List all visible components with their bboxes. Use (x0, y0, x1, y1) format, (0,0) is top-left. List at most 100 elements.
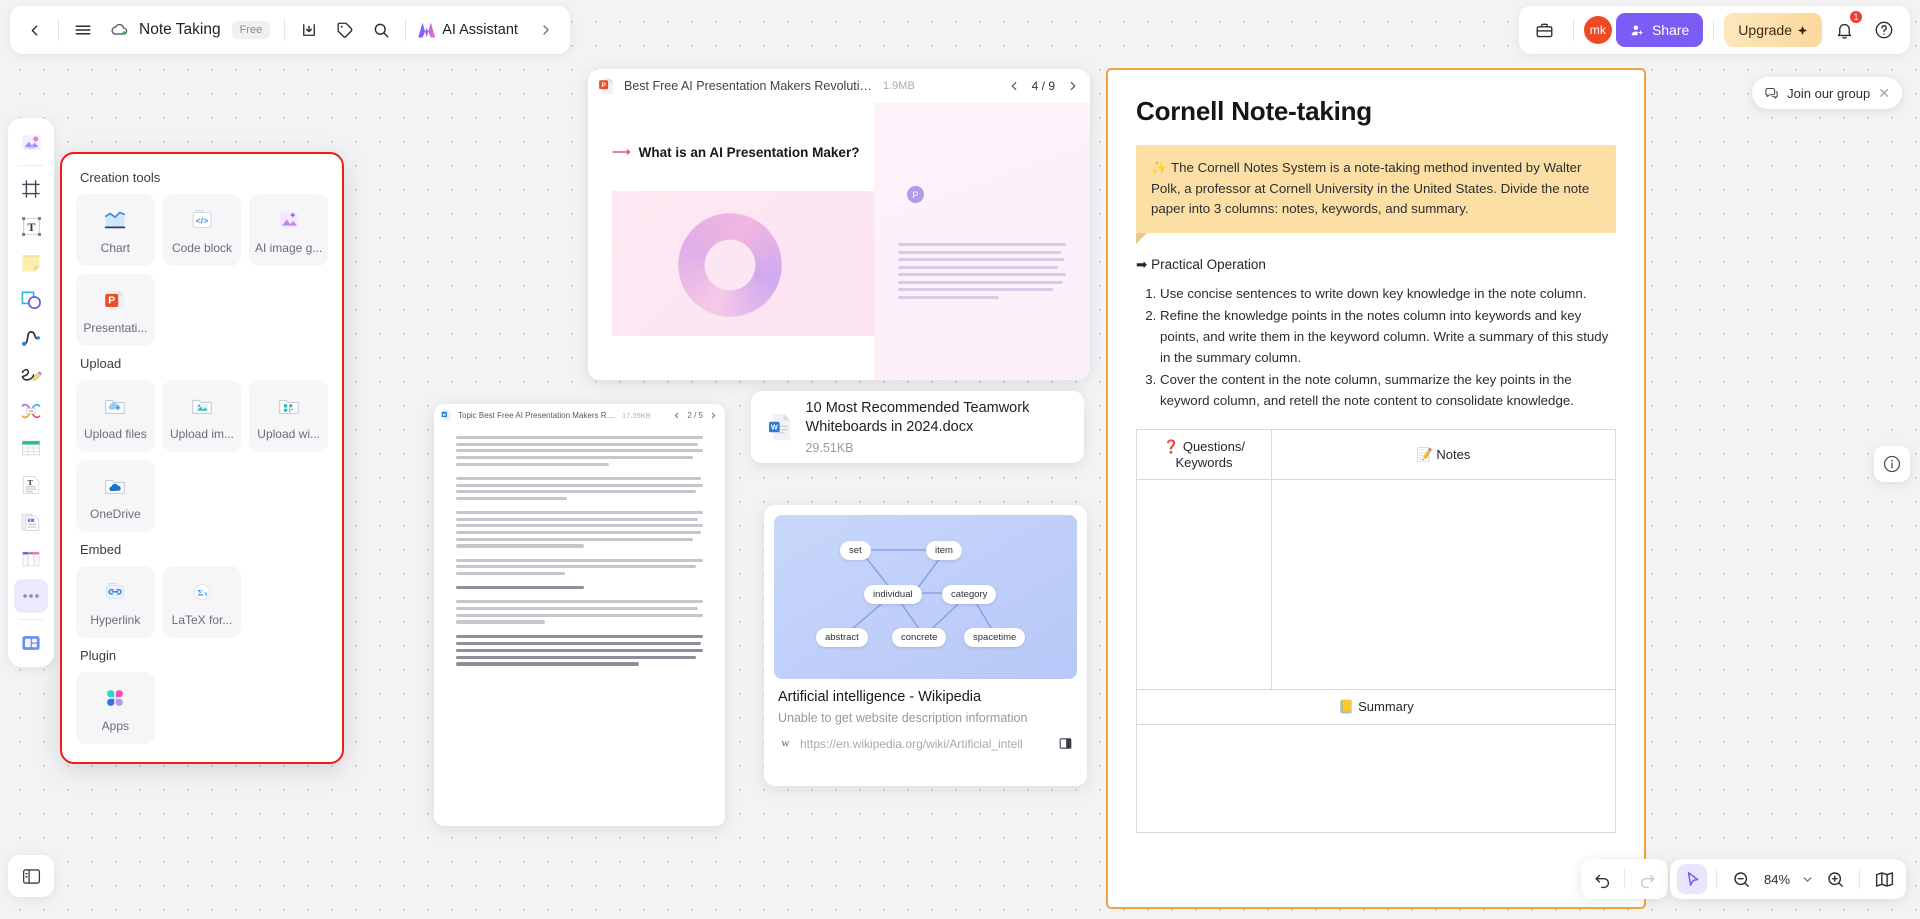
upload-folder-icon (100, 391, 130, 421)
top-toolbar-right: mk Share Upgrade 1 (1518, 6, 1910, 54)
tool-label: LaTeX for... (171, 613, 233, 627)
briefcase-icon[interactable] (1527, 12, 1563, 48)
tool-hyperlink[interactable]: Hyperlink (76, 566, 155, 638)
ppt-pager: 4 / 9 (1007, 79, 1080, 93)
tool-code-block[interactable]: </> Code block (162, 194, 242, 266)
avatar[interactable]: mk (1583, 16, 1612, 44)
practical-operation-heading: ➡ Practical Operation (1136, 257, 1616, 273)
callout-box: ✨ The Cornell Notes System is a note-tak… (1136, 145, 1616, 245)
doc-preview-card[interactable]: W Topic Best Free AI Presentation Makers… (434, 404, 725, 826)
frame-crop-icon (22, 180, 40, 198)
tool-ai-image-generator[interactable]: AI image g... (249, 194, 328, 266)
tool-upload-files[interactable]: Upload files (76, 380, 155, 452)
latex-formula-icon: Σx (187, 577, 217, 607)
tool-apps[interactable]: Apps (76, 672, 155, 744)
shape-tool[interactable] (14, 283, 48, 317)
back-button[interactable] (16, 12, 52, 48)
divider (1572, 19, 1574, 41)
table-tool[interactable] (14, 431, 48, 465)
app-root: Note Taking Free AI Assistant mk Share U… (0, 0, 1920, 919)
tool-onedrive[interactable]: OneDrive (76, 460, 155, 532)
creation-tools-panel: Creation tools Chart </> Code block AI i… (60, 152, 344, 764)
notifications-button[interactable]: 1 (1826, 10, 1863, 48)
tool-presentation[interactable]: P Presentati... (76, 274, 155, 346)
graph-node: individual (864, 585, 922, 604)
wiki-preview-image: set item individual category abstract co… (774, 515, 1077, 679)
tool-upload-image[interactable]: Upload im... (162, 380, 242, 452)
sticker-tool[interactable] (14, 125, 48, 159)
kanban-tool[interactable] (14, 542, 48, 576)
pen-tool[interactable] (14, 357, 48, 391)
tool-latex-formula[interactable]: Σx LaTeX for... (162, 566, 242, 638)
help-button[interactable] (1866, 12, 1902, 48)
zoom-out-button[interactable] (1726, 864, 1756, 894)
template-library-tool[interactable] (14, 626, 48, 660)
tool-upload-widget[interactable]: Upload wi... (249, 380, 328, 452)
tool-label: AI image g... (254, 241, 323, 255)
open-panel-icon[interactable] (1058, 736, 1073, 751)
doc-next-button[interactable] (709, 411, 718, 420)
slide-tool[interactable] (14, 505, 48, 539)
kanban-board-icon (22, 551, 40, 567)
mind-map-icon (21, 403, 41, 419)
doc-prev-button[interactable] (672, 411, 681, 420)
keywords-cell[interactable] (1136, 479, 1272, 691)
table-row (1136, 724, 1616, 834)
document-tool[interactable]: T (14, 468, 48, 502)
ppt-next-button[interactable] (1066, 79, 1080, 93)
search-button[interactable] (363, 12, 399, 48)
section-title-embed: Embed (80, 542, 122, 557)
download-button[interactable] (291, 12, 327, 48)
share-button[interactable]: Share (1615, 13, 1704, 47)
cornell-table[interactable]: ❓ Questions/ Keywords 📝 Notes 📒 Summary (1136, 429, 1616, 834)
more-tools[interactable] (14, 579, 48, 613)
wikipedia-link-card[interactable]: set item individual category abstract co… (764, 505, 1087, 786)
divider (1716, 869, 1717, 889)
text-tool[interactable]: T (14, 209, 48, 243)
zoom-in-button[interactable] (1820, 864, 1850, 894)
mindmap-tool[interactable] (14, 394, 48, 428)
table-header-keywords: ❓ Questions/ Keywords (1136, 429, 1272, 481)
redo-button[interactable] (1632, 864, 1662, 894)
ppt-prev-button[interactable] (1007, 79, 1021, 93)
upgrade-button[interactable]: Upgrade (1724, 13, 1822, 47)
ai-assistant-button[interactable]: AI Assistant (412, 22, 528, 38)
zoom-in-icon (1827, 871, 1843, 887)
document-title[interactable]: Note Taking (137, 21, 223, 39)
info-circle-icon (1883, 455, 1901, 473)
zoom-out-icon (1733, 871, 1749, 887)
undo-button[interactable] (1587, 864, 1617, 894)
pencil-scribble-icon (21, 368, 42, 381)
wiki-url[interactable]: https://en.wikipedia.org/wiki/Artificial… (800, 737, 1051, 751)
callout-text: The Cornell Notes System is a note-takin… (1151, 160, 1590, 217)
frame-tool[interactable] (14, 172, 48, 206)
docx-file-card[interactable]: W 10 Most Recommended Teamwork Whiteboar… (751, 391, 1084, 463)
upgrade-label: Upgrade (1738, 22, 1792, 38)
info-button[interactable] (1874, 446, 1910, 482)
summary-cell[interactable] (1136, 724, 1616, 834)
join-group-banner[interactable]: Join our group ✕ (1752, 77, 1902, 109)
plan-badge[interactable]: Free (231, 21, 271, 39)
connector-tool[interactable] (14, 320, 48, 354)
slides-document-icon (21, 513, 40, 531)
slide-title: ⟶ What is an AI Presentation Maker? (612, 144, 859, 160)
close-icon[interactable]: ✕ (1878, 85, 1890, 102)
ppt-embed-card[interactable]: P Best Free AI Presentation Makers Revol… (588, 69, 1090, 380)
tag-button[interactable] (327, 12, 363, 48)
layers-button[interactable] (8, 855, 54, 897)
menu-button[interactable] (65, 12, 101, 48)
expand-toolbar-button[interactable] (528, 12, 564, 48)
notes-cell[interactable] (1271, 479, 1616, 691)
tool-chart[interactable]: Chart (76, 194, 155, 266)
ppt-slide: ⟶ What is an AI Presentation Maker? P (588, 103, 1090, 380)
cornell-note-panel[interactable]: Cornell Note-taking ✨ The Cornell Notes … (1106, 68, 1646, 909)
powerpoint-file-icon: P (599, 77, 614, 95)
cursor-tool-button[interactable] (1677, 864, 1707, 894)
graph-node: category (942, 585, 997, 604)
fit-to-screen-button[interactable] (1869, 864, 1899, 894)
steps-list: Use concise sentences to write down key … (1136, 283, 1616, 411)
sticky-note-tool[interactable] (14, 246, 48, 280)
zoom-dropdown-button[interactable] (1798, 864, 1816, 894)
list-item: Use concise sentences to write down key … (1160, 283, 1616, 304)
zoom-level[interactable]: 84% (1760, 872, 1794, 887)
